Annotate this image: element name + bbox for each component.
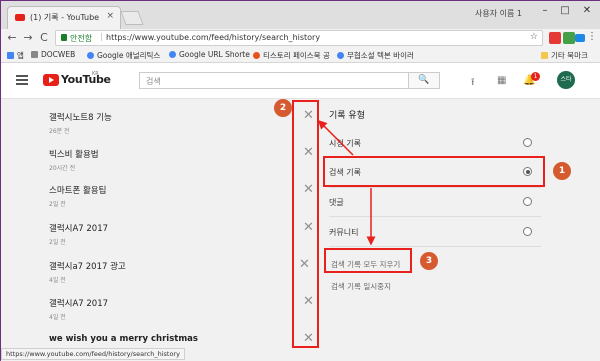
step-1-marker: 1 <box>553 162 571 180</box>
annotation-arrows <box>317 119 376 246</box>
browser-window: (1) 기록 - YouTube × 사용자 이름 1 – □ ✕ ← → C … <box>0 0 600 361</box>
step-3-marker: 3 <box>420 252 438 270</box>
arrow-to-remove <box>317 119 354 156</box>
status-bar: https://www.youtube.com/feed/history/sea… <box>1 348 185 360</box>
step-2-marker: 2 <box>274 99 292 117</box>
